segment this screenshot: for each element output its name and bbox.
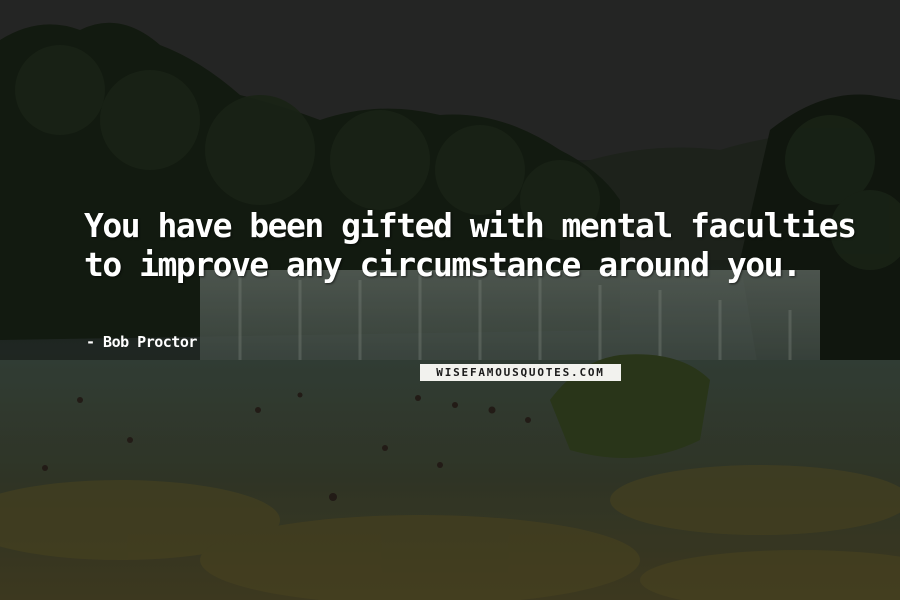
site-watermark: WISEFAMOUSQUOTES.COM xyxy=(420,364,621,381)
dark-overlay xyxy=(0,0,900,600)
quote-image: You have been gifted with mental faculti… xyxy=(0,0,900,600)
quote-author: - Bob Proctor xyxy=(86,333,197,351)
quote-text: You have been gifted with mental faculti… xyxy=(84,206,864,284)
quote-line: to improve any circumstance around you. xyxy=(84,245,802,284)
quote-line: You have been gifted with mental faculti… xyxy=(84,206,857,245)
